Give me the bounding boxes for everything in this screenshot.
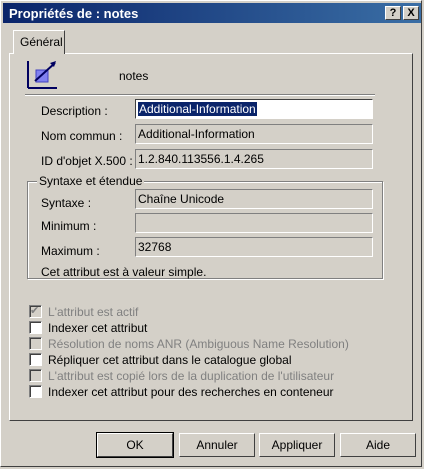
description-input[interactable]: Additional-Information xyxy=(135,99,373,119)
object-id-field[interactable]: 1.2.840.113556.1.4.265 xyxy=(135,149,373,169)
single-value-note: Cet attribut est à valeur simple. xyxy=(41,265,207,279)
minimum-field[interactable] xyxy=(135,213,373,233)
checkbox-box[interactable] xyxy=(29,321,42,334)
tab-general-label: Général xyxy=(20,35,63,49)
checkbox-copy-on-duplicate[interactable]: L'attribut est copié lors de la duplicat… xyxy=(29,369,334,383)
checkbox-box[interactable] xyxy=(29,369,42,382)
checkbox-index-attribute[interactable]: Indexer cet attribut xyxy=(29,321,147,335)
object-id-label: ID d'objet X.500 : xyxy=(41,154,133,168)
checkbox-box[interactable]: ✔ xyxy=(29,305,42,318)
maximum-label: Maximum : xyxy=(41,244,100,258)
checkbox-index-container-search[interactable]: Indexer cet attribut pour des recherches… xyxy=(29,385,334,399)
syntax-field[interactable]: Chaîne Unicode xyxy=(135,189,373,209)
checkbox-label: Résolution de noms ANR (Ambiguous Name R… xyxy=(48,337,349,351)
checkbox-label: Indexer cet attribut pour des recherches… xyxy=(48,385,334,399)
help-title-button[interactable]: ? xyxy=(385,6,401,20)
close-button[interactable]: X xyxy=(403,6,419,20)
window-title: Propriétés de : notes xyxy=(9,6,139,21)
checkbox-label: Répliquer cet attribut dans le catalogue… xyxy=(48,353,292,367)
checkbox-box[interactable] xyxy=(29,353,42,366)
maximum-field[interactable]: 32768 xyxy=(135,237,373,257)
syntax-group-title: Syntaxe et étendue xyxy=(37,174,145,188)
cancel-button[interactable]: Annuler xyxy=(179,433,255,457)
checkbox-label: L'attribut est actif xyxy=(48,305,139,319)
checkbox-box[interactable] xyxy=(29,385,42,398)
title-bar[interactable]: Propriétés de : notes ? X xyxy=(3,3,421,23)
tab-general[interactable]: Général xyxy=(13,30,65,54)
apply-button[interactable]: Appliquer xyxy=(259,433,335,457)
description-value: Additional-Information xyxy=(138,102,257,116)
minimum-label: Minimum : xyxy=(41,219,97,233)
description-label: Description : xyxy=(41,104,108,118)
checkbox-box[interactable] xyxy=(29,337,42,350)
common-name-label: Nom commun : xyxy=(41,129,123,143)
checkbox-anr[interactable]: Résolution de noms ANR (Ambiguous Name R… xyxy=(29,337,349,351)
ok-button[interactable]: OK xyxy=(96,432,174,458)
common-name-field[interactable]: Additional-Information xyxy=(135,124,373,144)
attribute-name-header: notes xyxy=(119,69,149,83)
checkbox-label: Indexer cet attribut xyxy=(48,321,148,335)
syntax-label: Syntaxe : xyxy=(41,196,92,210)
checkbox-attribute-active[interactable]: ✔ L'attribut est actif xyxy=(29,305,138,319)
help-button[interactable]: Aide xyxy=(340,433,416,457)
checkbox-label: L'attribut est copié lors de la duplicat… xyxy=(48,369,335,383)
separator xyxy=(25,94,375,96)
attribute-icon xyxy=(25,59,59,91)
check-mark-icon: ✔ xyxy=(30,305,40,317)
properties-dialog: Propriétés de : notes ? X Général notes … xyxy=(0,0,422,467)
checkbox-replicate-global-catalog[interactable]: Répliquer cet attribut dans le catalogue… xyxy=(29,353,292,367)
